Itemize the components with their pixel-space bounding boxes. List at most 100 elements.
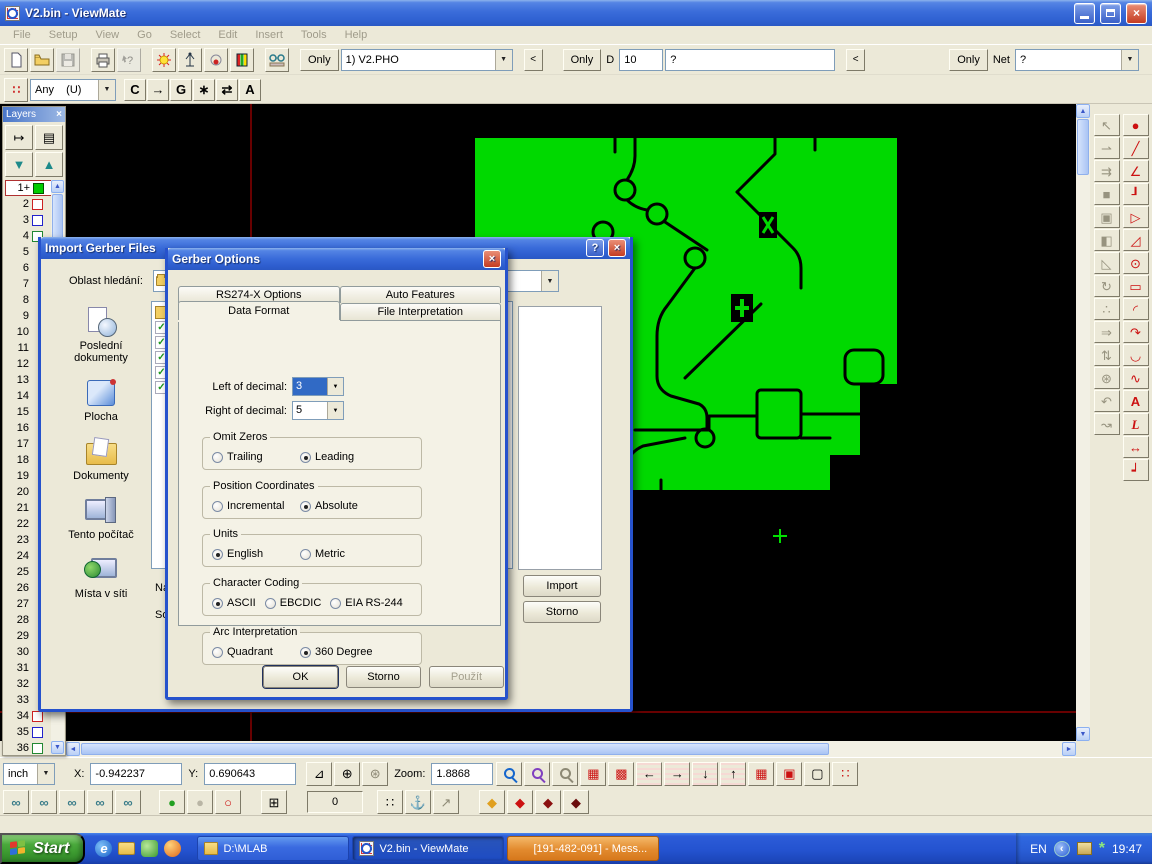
menu-view[interactable]: View bbox=[86, 27, 128, 43]
dcode-flash-button[interactable]: ∗ bbox=[193, 79, 215, 101]
unit-select[interactable]: inch ▼ bbox=[3, 763, 55, 785]
place-network[interactable]: Místa v síti bbox=[53, 555, 149, 600]
rotate-tool[interactable]: ↻ bbox=[1094, 275, 1120, 297]
open-file-button[interactable] bbox=[30, 48, 54, 72]
dialog-help-button[interactable]: ? bbox=[586, 239, 604, 257]
view-lines-icon[interactable]: ∞ bbox=[31, 790, 57, 814]
scroll-down-button[interactable]: ▼ bbox=[51, 741, 64, 754]
pad-select-icon[interactable]: ∷ bbox=[832, 762, 858, 786]
copy-element-tool[interactable]: ⇀ bbox=[1094, 137, 1120, 159]
dcode-query-input[interactable]: ? bbox=[665, 49, 835, 71]
chevron-down-icon[interactable]: ▼ bbox=[37, 764, 54, 784]
highlight-outline-icon[interactable]: ○ bbox=[215, 790, 241, 814]
radio-button[interactable] bbox=[300, 549, 311, 560]
menu-edit[interactable]: Edit bbox=[209, 27, 246, 43]
radio-metric[interactable]: Metric bbox=[300, 548, 388, 560]
canvas-vscrollbar[interactable]: ▲ ▼ bbox=[1076, 104, 1090, 741]
layer-color-swatch[interactable] bbox=[32, 199, 43, 210]
inspect-glasses-button[interactable] bbox=[265, 48, 289, 72]
add-arc-tool[interactable]: ◜ bbox=[1123, 298, 1149, 320]
grid-full-icon[interactable]: ▩ bbox=[608, 762, 634, 786]
ok-button[interactable]: OK bbox=[263, 666, 338, 688]
chevron-down-icon[interactable]: ▼ bbox=[495, 50, 512, 70]
radio-button[interactable] bbox=[212, 452, 223, 463]
view-all-icon[interactable]: ∞ bbox=[115, 790, 141, 814]
add-arc-cw-tool[interactable]: ↷ bbox=[1123, 321, 1149, 343]
view-dcodes-icon[interactable]: ∞ bbox=[3, 790, 29, 814]
select-pointer-tool[interactable]: ↖ bbox=[1094, 114, 1120, 136]
radio-button[interactable] bbox=[300, 452, 311, 463]
layer-row[interactable]: 35 bbox=[5, 724, 52, 740]
pad-square-icon[interactable]: ◆ bbox=[563, 790, 589, 814]
add-arrow-tool[interactable]: ▷ bbox=[1123, 206, 1149, 228]
minimize-button[interactable] bbox=[1074, 3, 1095, 24]
copy-multi-tool[interactable]: ⇉ bbox=[1094, 160, 1120, 182]
add-corner-tool[interactable]: ┚ bbox=[1123, 183, 1149, 205]
apply-button[interactable]: Použít bbox=[429, 666, 504, 688]
close-button[interactable]: × bbox=[1126, 3, 1147, 24]
measure-tool-button[interactable] bbox=[178, 48, 202, 72]
scroll-right-button[interactable]: ► bbox=[1062, 742, 1076, 756]
settings-tool[interactable]: ⊛ bbox=[1094, 367, 1120, 389]
layer-color-swatch[interactable] bbox=[33, 183, 44, 194]
layer-colors-button[interactable] bbox=[230, 48, 254, 72]
radio-360-degree[interactable]: 360 Degree bbox=[300, 646, 388, 658]
dcode-filter-select[interactable]: Any (U) ▼ bbox=[30, 79, 116, 101]
tab-file-interpretation[interactable]: File Interpretation bbox=[340, 303, 502, 320]
chevron-down-icon[interactable]: ▼ bbox=[327, 402, 343, 419]
x-coordinate-field[interactable]: -0.942237 bbox=[90, 763, 182, 785]
dcode-a-button[interactable]: A bbox=[239, 79, 261, 101]
y-coordinate-field[interactable]: 0.690643 bbox=[204, 763, 296, 785]
pan-left-icon[interactable]: ← bbox=[636, 762, 662, 786]
scale-tool[interactable]: ∴ bbox=[1094, 298, 1120, 320]
add-polyline-tool[interactable]: ∠ bbox=[1123, 160, 1149, 182]
vscroll-thumb[interactable] bbox=[1077, 119, 1089, 175]
zoom-in-icon[interactable] bbox=[496, 762, 522, 786]
add-label-tool[interactable]: L bbox=[1123, 413, 1149, 435]
radio-button[interactable] bbox=[300, 501, 311, 512]
dcode-draw-button[interactable]: → bbox=[147, 79, 169, 101]
place-recent[interactable]: Poslední dokumenty bbox=[53, 307, 149, 364]
context-help-button[interactable]: ? bbox=[117, 48, 141, 72]
menu-tools[interactable]: Tools bbox=[292, 27, 336, 43]
undo-tool[interactable]: ↶ bbox=[1094, 390, 1120, 412]
layer-select[interactable]: 1) V2.PHO ▼ bbox=[341, 49, 513, 71]
menu-go[interactable]: Go bbox=[128, 27, 161, 43]
prev-layer-button[interactable]: < bbox=[524, 49, 543, 71]
gerber-dialog-titlebar[interactable]: Gerber Options × bbox=[168, 248, 505, 270]
reconnect-tool[interactable]: ↝ bbox=[1094, 413, 1120, 435]
place-documents[interactable]: Dokumenty bbox=[53, 437, 149, 482]
tray-icq-icon[interactable]: * bbox=[1099, 842, 1105, 856]
origin-icon[interactable]: ⊕ bbox=[334, 762, 360, 786]
pad-red-icon[interactable]: ◆ bbox=[507, 790, 533, 814]
radio-button[interactable] bbox=[212, 647, 223, 658]
fill-rect-tool[interactable]: ■ bbox=[1094, 183, 1120, 205]
zoom-window-icon[interactable] bbox=[552, 762, 578, 786]
dcode-input[interactable]: 10 bbox=[619, 49, 663, 71]
layer-row[interactable]: 2 bbox=[5, 196, 52, 212]
layer-row[interactable]: 36 bbox=[5, 740, 52, 756]
dialog-close-button[interactable]: × bbox=[483, 250, 501, 268]
canvas-hscrollbar[interactable]: ◄ ► bbox=[66, 741, 1076, 757]
menu-insert[interactable]: Insert bbox=[246, 27, 292, 43]
radio-button[interactable] bbox=[265, 598, 276, 609]
chevron-down-icon[interactable]: ▼ bbox=[98, 80, 115, 100]
layer-down-button[interactable]: ▼ bbox=[5, 152, 33, 177]
highlight-on-icon[interactable]: ● bbox=[159, 790, 185, 814]
scroll-up-button[interactable]: ▲ bbox=[51, 180, 64, 193]
mirror-tool[interactable]: ◧ bbox=[1094, 229, 1120, 251]
firefox-icon[interactable] bbox=[164, 840, 181, 857]
layer-color-swatch[interactable] bbox=[32, 727, 43, 738]
layers-close-icon[interactable]: × bbox=[56, 109, 62, 120]
layer-row[interactable]: 3 bbox=[5, 212, 52, 228]
dialog-close-button[interactable]: × bbox=[608, 239, 626, 257]
layers-dock-button[interactable]: ↦ bbox=[5, 125, 33, 150]
menu-file[interactable]: File bbox=[4, 27, 40, 43]
radio-button[interactable] bbox=[212, 549, 223, 560]
zoom-grid-icon[interactable] bbox=[524, 762, 550, 786]
dcode-h-button[interactable]: ⇄ bbox=[216, 79, 238, 101]
add-text-tool[interactable]: A bbox=[1123, 390, 1149, 412]
radio-quadrant[interactable]: Quadrant bbox=[212, 646, 300, 658]
add-line-tool[interactable]: ╱ bbox=[1123, 137, 1149, 159]
view-traces-icon[interactable]: ∞ bbox=[87, 790, 113, 814]
